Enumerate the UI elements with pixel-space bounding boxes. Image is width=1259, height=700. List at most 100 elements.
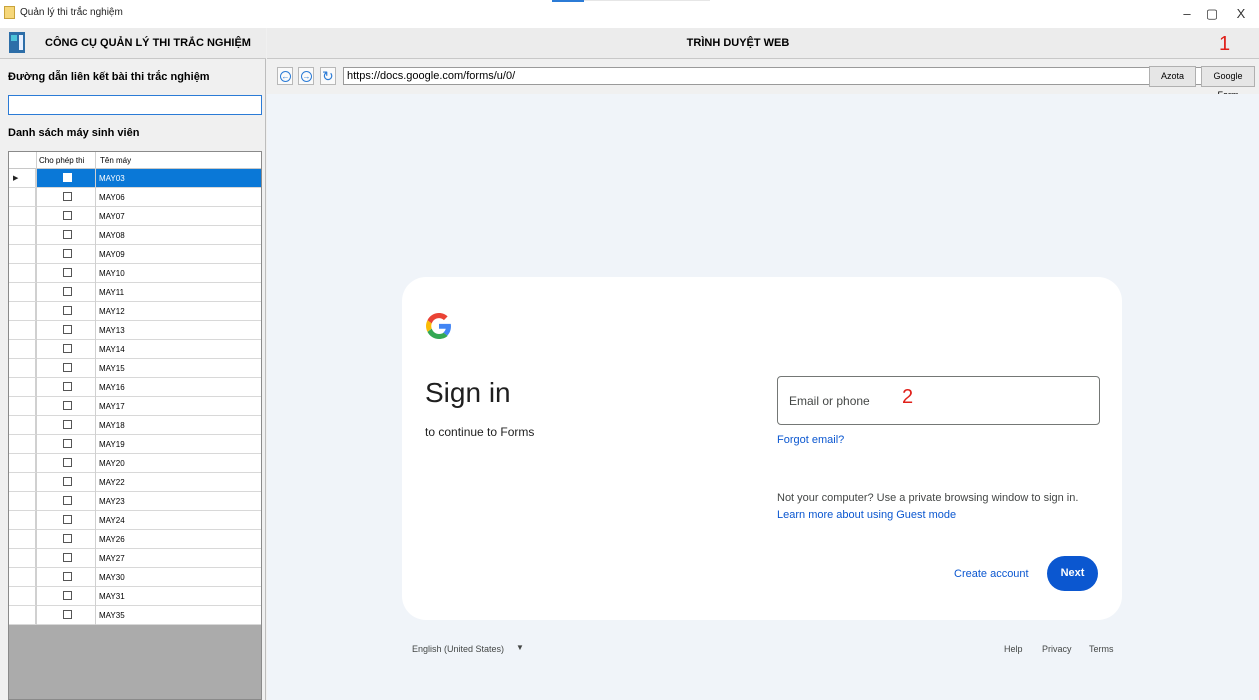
table-row[interactable]: MAY06: [9, 188, 261, 207]
create-account-link[interactable]: Create account: [954, 568, 1029, 580]
help-link[interactable]: Help: [1004, 644, 1023, 654]
row-header[interactable]: [9, 283, 36, 301]
row-header[interactable]: [9, 245, 36, 263]
row-header[interactable]: [9, 302, 36, 320]
table-row[interactable]: MAY15: [9, 359, 261, 378]
allow-exam-checkbox[interactable]: [63, 249, 72, 258]
azota-button[interactable]: Azota: [1149, 66, 1196, 87]
allow-exam-checkbox[interactable]: [63, 192, 72, 201]
allow-exam-checkbox[interactable]: [63, 610, 72, 619]
row-header[interactable]: [9, 435, 36, 453]
row-header[interactable]: [9, 416, 36, 434]
machine-name-cell: MAY07: [99, 212, 125, 221]
allow-exam-checkbox[interactable]: [63, 458, 72, 467]
table-row[interactable]: MAY24: [9, 511, 261, 530]
dropdown-caret-icon[interactable]: ▼: [516, 643, 524, 652]
url-input[interactable]: https://docs.google.com/forms/u/0/: [343, 67, 1213, 85]
row-header[interactable]: [9, 207, 36, 225]
row-header[interactable]: [9, 397, 36, 415]
row-header[interactable]: [9, 340, 36, 358]
exam-link-input[interactable]: [8, 95, 262, 115]
language-selector[interactable]: English (United States): [412, 644, 504, 654]
allow-exam-checkbox[interactable]: [63, 306, 72, 315]
row-header[interactable]: [9, 321, 36, 339]
allow-exam-checkbox[interactable]: [63, 211, 72, 220]
table-row[interactable]: MAY20: [9, 454, 261, 473]
next-button[interactable]: Next: [1047, 556, 1098, 591]
row-header[interactable]: [9, 473, 36, 491]
forward-button[interactable]: →: [298, 67, 314, 85]
allow-exam-checkbox[interactable]: [63, 591, 72, 600]
table-row[interactable]: MAY09: [9, 245, 261, 264]
table-row[interactable]: MAY22: [9, 473, 261, 492]
allow-exam-checkbox[interactable]: [63, 572, 72, 581]
allow-exam-checkbox[interactable]: [63, 420, 72, 429]
table-row[interactable]: MAY07: [9, 207, 261, 226]
table-row[interactable]: MAY30: [9, 568, 261, 587]
allow-exam-checkbox[interactable]: [63, 515, 72, 524]
allow-exam-checkbox[interactable]: [63, 382, 72, 391]
table-row[interactable]: MAY17: [9, 397, 261, 416]
row-header[interactable]: [9, 378, 36, 396]
back-button[interactable]: ←: [277, 67, 293, 85]
close-button[interactable]: X: [1231, 6, 1251, 22]
allow-exam-checkbox[interactable]: [63, 477, 72, 486]
email-field[interactable]: Email or phone: [777, 376, 1100, 425]
row-header[interactable]: [9, 568, 36, 586]
row-header[interactable]: [9, 264, 36, 282]
terms-link[interactable]: Terms: [1089, 644, 1114, 654]
machine-name-cell: MAY35: [99, 611, 125, 620]
row-header[interactable]: [9, 492, 36, 510]
table-row[interactable]: MAY23: [9, 492, 261, 511]
column-header-machine-name[interactable]: Tên máy: [100, 156, 131, 165]
column-header-allowed[interactable]: Cho phép thi: [39, 156, 84, 165]
titlebar-accent: [552, 0, 584, 2]
table-row[interactable]: MAY10: [9, 264, 261, 283]
allow-exam-checkbox[interactable]: [63, 287, 72, 296]
row-header[interactable]: [9, 549, 36, 567]
row-header[interactable]: [9, 226, 36, 244]
table-row[interactable]: MAY27: [9, 549, 261, 568]
learn-more-link[interactable]: Learn more about using Guest mode: [777, 509, 956, 521]
table-row[interactable]: MAY14: [9, 340, 261, 359]
row-header[interactable]: [9, 511, 36, 529]
privacy-link[interactable]: Privacy: [1042, 644, 1072, 654]
student-machine-grid[interactable]: Cho phép thi Tên máy ▶ MAY03 MAY06 MAY07 MAY…: [8, 151, 262, 700]
allow-exam-checkbox[interactable]: [63, 534, 72, 543]
table-row[interactable]: MAY16: [9, 378, 261, 397]
allow-exam-checkbox[interactable]: [63, 325, 72, 334]
table-row[interactable]: MAY31: [9, 587, 261, 606]
google-form-button[interactable]: Google Form: [1201, 66, 1255, 100]
allow-exam-checkbox[interactable]: [63, 344, 72, 353]
row-header[interactable]: [9, 359, 36, 377]
row-header[interactable]: [9, 587, 36, 605]
table-row[interactable]: MAY08: [9, 226, 261, 245]
allow-exam-checkbox[interactable]: [63, 230, 72, 239]
table-row[interactable]: MAY19: [9, 435, 261, 454]
allow-exam-checkbox[interactable]: [63, 268, 72, 277]
table-row[interactable]: ▶ MAY03: [9, 169, 261, 188]
table-row[interactable]: MAY18: [9, 416, 261, 435]
table-row[interactable]: MAY35: [9, 606, 261, 625]
minimize-button[interactable]: –: [1177, 6, 1197, 22]
table-row[interactable]: MAY12: [9, 302, 261, 321]
row-header[interactable]: ▶: [9, 169, 36, 187]
allow-exam-checkbox[interactable]: [63, 173, 72, 182]
allow-exam-checkbox[interactable]: [63, 439, 72, 448]
allow-exam-checkbox[interactable]: [63, 553, 72, 562]
table-row[interactable]: MAY11: [9, 283, 261, 302]
table-row[interactable]: MAY13: [9, 321, 261, 340]
allow-exam-checkbox[interactable]: [63, 496, 72, 505]
table-row[interactable]: MAY26: [9, 530, 261, 549]
refresh-button[interactable]: ↻: [320, 67, 336, 85]
row-header[interactable]: [9, 530, 36, 548]
machine-name-cell: MAY20: [99, 459, 125, 468]
forgot-email-link[interactable]: Forgot email?: [777, 434, 844, 446]
allow-exam-checkbox[interactable]: [63, 363, 72, 372]
allow-exam-checkbox[interactable]: [63, 401, 72, 410]
browser-navbar: ← → ↻ https://docs.google.com/forms/u/0/…: [267, 59, 1259, 100]
restore-button[interactable]: ▢: [1202, 6, 1222, 22]
row-header[interactable]: [9, 188, 36, 206]
row-header[interactable]: [9, 454, 36, 472]
row-header[interactable]: [9, 606, 36, 624]
